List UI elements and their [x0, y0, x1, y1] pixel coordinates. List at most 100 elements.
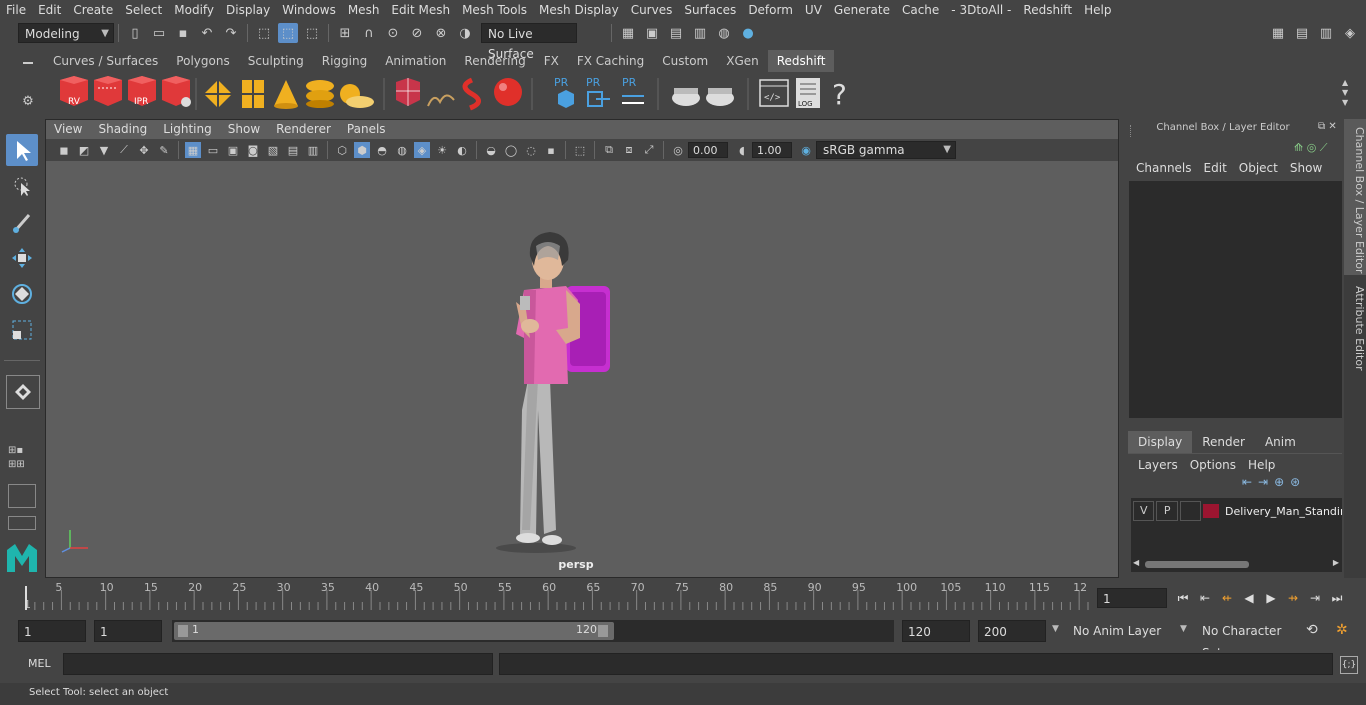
mesh-light-icon[interactable] — [396, 78, 420, 106]
safe-title-icon[interactable]: ▥ — [305, 142, 321, 158]
snap-curve-icon[interactable]: ∩ — [359, 23, 379, 43]
smooth-shade-icon[interactable]: ⬢ — [354, 142, 370, 158]
camera-attr-icon[interactable]: ◩ — [76, 142, 92, 158]
viewport[interactable]: View Shading Lighting Show Renderer Panels ◼ … — [45, 119, 1119, 578]
menu-item-deform[interactable]: Deform — [742, 0, 799, 20]
channel-box-menu-channels[interactable]: Channels — [1130, 161, 1198, 175]
menu-item-display[interactable]: Display — [220, 0, 276, 20]
viewport-menu-lighting[interactable]: Lighting — [155, 120, 220, 138]
move-tool-icon[interactable] — [6, 242, 38, 274]
step-back-key-icon[interactable]: ⇷ — [1217, 588, 1237, 608]
render-globe-icon[interactable]: ● — [738, 23, 758, 43]
chevron-right-icon[interactable]: ▶ — [1333, 558, 1339, 567]
script-language-label[interactable]: MEL — [28, 657, 51, 670]
shelf-tab-custom[interactable]: Custom — [653, 50, 717, 72]
menu-item-modify[interactable]: Modify — [168, 0, 220, 20]
layer-action-icons[interactable]: ⇤⇥⊕⊛ — [1242, 475, 1306, 489]
shelf-tab-sculpting[interactable]: Sculpting — [239, 50, 313, 72]
delivery-man-model[interactable] — [486, 230, 626, 560]
bookmark-icon[interactable]: ▼ — [96, 142, 112, 158]
shelf-tab-fx[interactable]: FX — [535, 50, 568, 72]
chevron-down-icon[interactable]: ▼ — [1052, 624, 1059, 634]
instance-icon[interactable] — [242, 80, 264, 108]
resolution-gate-icon[interactable]: ▣ — [225, 142, 241, 158]
panel-float-close[interactable]: ⧉ ✕ — [1318, 121, 1337, 132]
auto-key-icon[interactable]: ⟲ — [1306, 622, 1318, 638]
teapot-shader-icon[interactable] — [706, 88, 734, 106]
viewport-menu-view[interactable]: View — [46, 120, 90, 138]
play-forwards-icon[interactable]: ▶ — [1261, 588, 1281, 608]
playback-end-field[interactable]: 120 — [902, 620, 970, 642]
menu-item-curves[interactable]: Curves — [625, 0, 679, 20]
step-forward-key-icon[interactable]: ⇸ — [1283, 588, 1303, 608]
sun-sky-icon[interactable] — [340, 84, 374, 108]
gear-icon[interactable]: ⚙ — [18, 94, 38, 109]
menu-item-cache[interactable]: Cache — [896, 0, 945, 20]
layout-toggle-icon[interactable] — [8, 484, 36, 508]
time-ruler[interactable]: 15 10 15 20 25 30 35 40 45 50 55 60 65 70 75 80 85 90 95 10… — [18, 580, 1092, 612]
textured-icon[interactable]: ◍ — [394, 142, 410, 158]
playback-start-field[interactable]: 1 — [94, 620, 162, 642]
menu-item-edit[interactable]: Edit — [32, 0, 67, 20]
proxy-icon[interactable] — [204, 80, 232, 108]
isolate-icon[interactable]: ▪ — [543, 142, 559, 158]
channel-list[interactable] — [1129, 181, 1342, 418]
make-live-icon[interactable]: ◑ — [455, 23, 475, 43]
rotate-tool-icon[interactable] — [6, 278, 38, 310]
ipr-render-icon[interactable]: IPR — [128, 76, 156, 107]
layer-menu-help[interactable]: Help — [1242, 455, 1281, 475]
new-scene-icon[interactable]: ▯ — [125, 23, 145, 43]
time-slider[interactable]: 1 5 10 15 20 25 30 35 40 45 50 55 60 65 70 75 80 85 90 95 10… — [18, 580, 1092, 612]
grid-icon[interactable]: ▦ — [185, 142, 201, 158]
channel-box-toggle-icon[interactable]: ◈ — [1340, 23, 1360, 43]
playback-prefs-icon[interactable]: ✲ — [1336, 622, 1348, 638]
outliner-toggle-icon[interactable] — [8, 516, 36, 530]
snap-point-icon[interactable]: ⊙ — [383, 23, 403, 43]
viewport-menu-show[interactable]: Show — [220, 120, 268, 138]
channel-box-menu-edit[interactable]: Edit — [1198, 161, 1233, 175]
gamma-field[interactable]: 1.00 — [752, 142, 792, 158]
menu-item-file[interactable]: File — [0, 0, 32, 20]
shelf-tab-polygons[interactable]: Polygons — [167, 50, 238, 72]
light-cone-icon[interactable] — [274, 80, 298, 109]
safe-action-icon[interactable]: ▤ — [285, 142, 301, 158]
gamma-icon[interactable]: ◖ — [734, 142, 750, 158]
tool-settings-icon[interactable]: ▥ — [1316, 23, 1336, 43]
log-icon[interactable]: LOG — [796, 78, 820, 108]
redshift-render-icon[interactable] — [94, 76, 122, 106]
wireframe-icon[interactable]: ⬡ — [334, 142, 350, 158]
end-time-field[interactable]: 200 — [978, 620, 1046, 642]
menu-item-create[interactable]: Create — [67, 0, 119, 20]
teapot-material-icon[interactable] — [672, 88, 700, 106]
start-time-field[interactable]: 1 — [18, 620, 86, 642]
layer-menu-options[interactable]: Options — [1184, 455, 1242, 475]
channel-box-menu-object[interactable]: Object — [1233, 161, 1284, 175]
tab-attribute-editor[interactable]: Attribute Editor — [1344, 283, 1366, 373]
step-back-icon[interactable]: ⇤ — [1195, 588, 1215, 608]
lasso-tool-icon[interactable] — [6, 170, 38, 202]
layout-buttons[interactable]: ⊞▪ ⊞⊞ — [8, 444, 36, 472]
last-tool-icon[interactable] — [6, 375, 40, 409]
viewport-menu-shading[interactable]: Shading — [90, 120, 155, 138]
redo-icon[interactable]: ↷ — [221, 23, 241, 43]
pan-zoom-icon[interactable]: ✥ — [136, 142, 152, 158]
tab-channel-box[interactable]: Channel Box / Layer Editor — [1344, 119, 1366, 275]
menu-item-help[interactable]: Help — [1078, 0, 1117, 20]
shelf-menu-icon[interactable] — [23, 62, 33, 64]
xray-components-icon[interactable]: ⧈ — [621, 142, 637, 158]
channel-icons[interactable]: ⟰ ◎ ⟋ — [1294, 141, 1328, 155]
menu-item-redshift[interactable]: Redshift — [1017, 0, 1078, 20]
layer-tab-anim[interactable]: Anim — [1255, 431, 1306, 453]
snap-surface-icon[interactable]: ⊗ — [431, 23, 451, 43]
layer-scrollbar[interactable]: ◀ ▶ — [1133, 558, 1339, 570]
shelf-tab-animation[interactable]: Animation — [376, 50, 455, 72]
color-space-dropdown[interactable]: sRGB gamma ▼ — [816, 141, 956, 159]
use-lights-icon[interactable]: ◈ — [414, 142, 430, 158]
shelf-tab-xgen[interactable]: XGen — [717, 50, 768, 72]
dome-light-icon[interactable] — [306, 80, 334, 108]
render-settings-icon[interactable]: ▦ — [618, 23, 638, 43]
range-end-grip[interactable] — [598, 625, 608, 637]
chevron-left-icon[interactable]: ◀ — [1133, 558, 1139, 567]
menu-item-generate[interactable]: Generate — [828, 0, 896, 20]
shelf-tab-rigging[interactable]: Rigging — [313, 50, 376, 72]
